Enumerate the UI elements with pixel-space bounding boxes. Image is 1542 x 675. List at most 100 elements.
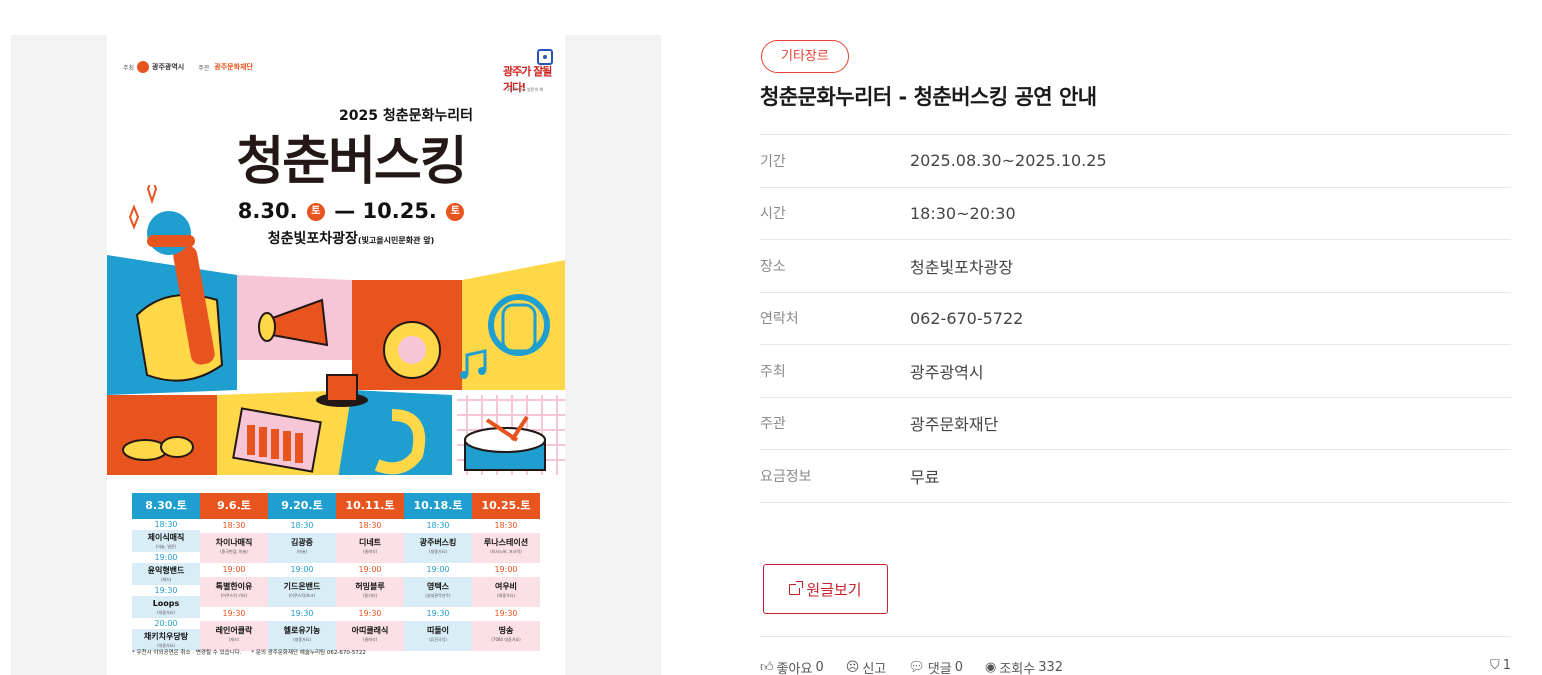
poster-host: 광주광역시 <box>152 63 185 71</box>
gwangju-city-logo-icon <box>137 61 150 73</box>
info-value: 062-670-5722 <box>910 308 1024 328</box>
info-key: 주최 <box>760 363 786 380</box>
schedule-column: 9.20.토 18:30 김광중 (마술) 19:00 기드온밴드 (어쿠스틱/포크) 19:… <box>268 493 336 651</box>
performer-name: 띵송 <box>498 626 514 635</box>
schedule-time: 19:00 <box>472 563 540 577</box>
divider <box>760 636 1511 637</box>
schedule-time: 20:00 <box>132 618 200 629</box>
schedule-performer: 허밍블루 (통기타) <box>336 577 404 607</box>
info-key: 시간 <box>760 206 786 223</box>
performer-name: 윤익형밴드 <box>147 566 185 575</box>
bookmark-count: 1 <box>1502 658 1511 673</box>
schedule-performer: 여우비 (대중가요) <box>472 577 540 607</box>
schedule-time: 18:30 <box>404 519 472 533</box>
views-label: 조회수 <box>999 662 1036 675</box>
schedule-time: 18:30 <box>336 519 404 533</box>
performer-name: 루나스테이션 <box>483 538 529 547</box>
info-key: 기간 <box>760 153 786 170</box>
like-button[interactable]: 👍︎ 좋아요 0 <box>760 658 824 675</box>
poster-footnotes: * 우천시 야외공연은 취소 · 변경될 수 있습니다. * 문의 광주문화재단… <box>132 648 374 656</box>
schedule-performer: Loops (대중가요) <box>132 596 200 618</box>
schedule-time: 19:00 <box>404 563 472 577</box>
view-original-button[interactable]: 원글보기 <box>763 564 888 614</box>
schedule-time: 19:30 <box>472 607 540 621</box>
schedule-date-header: 10.11.토 <box>336 493 404 519</box>
comment-label: 댓글 <box>927 662 952 675</box>
info-key: 연락처 <box>760 311 799 328</box>
views-count: 332 <box>1038 660 1064 675</box>
schedule-performer: 광주버스킹 (대중가요) <box>404 533 472 563</box>
schedule-time: 19:30 <box>268 607 336 621</box>
performer-genre: (재즈) <box>228 637 240 642</box>
schedule-date-header: 8.30.토 <box>132 493 200 519</box>
poster-brand-logo: 광주가 잘될 거다! 2025 광주 방문의 해 <box>503 49 553 95</box>
poster: 주최 광주광역시 주관 광주문화재단 광주가 잘될 거다! 2025 광주 방문… <box>107 35 565 675</box>
schedule-performer: 레인어클락 (재즈) <box>200 621 268 651</box>
poster-day-badge: 토 <box>306 203 325 221</box>
schedule-performer: 제이식매직 (마술, 벌룬) <box>132 530 200 552</box>
poster-footnote-weather: * 우천시 야외공연은 취소 · 변경될 수 있습니다. <box>132 650 242 656</box>
schedule-performer: 영텍스 (실내관악연주) <box>404 577 472 607</box>
performer-genre: (대중가요) <box>497 593 515 598</box>
schedule-performer: 띠돌이 (퓨전국악) <box>404 621 472 651</box>
event-info-table: 기간 2025.08.30~2025.10.25 시간 18:30~20:30 … <box>760 134 1511 503</box>
schedule-time: 18:30 <box>268 519 336 533</box>
info-row-host: 주최 광주광역시 <box>760 345 1511 398</box>
schedule-date-header: 9.6.토 <box>200 493 268 519</box>
info-key: 장소 <box>760 258 786 275</box>
comment-count: 0 <box>954 660 963 675</box>
schedule-performer: 기드온밴드 (어쿠스틱/포크) <box>268 577 336 607</box>
poster-venue-name: 청춘빛포차광장 <box>267 231 358 247</box>
performer-genre: (어쿠스틱/포크) <box>288 593 316 598</box>
view-count: ◉ 조회수 332 <box>985 658 1063 675</box>
schedule-performer: 디네트 (클래식) <box>336 533 404 563</box>
schedule-column: 10.18.토 18:30 광주버스킹 (대중가요) 19:00 영텍스 (실내관악연주) 1… <box>404 493 472 651</box>
schedule-date-header: 10.25.토 <box>472 493 540 519</box>
info-row-organizer: 주관 광주문화재단 <box>760 398 1511 450</box>
performer-name: 차이나매직 <box>215 538 253 547</box>
comment-button[interactable]: 💬︎ 댓글 0 <box>908 658 963 675</box>
performer-genre: (대중가요) <box>157 610 175 615</box>
info-row-contact: 연락처 062-670-5722 <box>760 293 1511 345</box>
schedule-performer: 특별한이유 (어쿠스틱 기타) <box>200 577 268 607</box>
bookmark-button[interactable]: ⛉ 1 <box>1490 658 1511 673</box>
info-value: 광주문화재단 <box>910 415 999 435</box>
info-row-period: 기간 2025.08.30~2025.10.25 <box>760 135 1511 188</box>
performer-genre: (실내관악연주) <box>425 593 451 598</box>
schedule-column: 10.11.토 18:30 디네트 (클래식) 19:00 허밍블루 (통기타) 19:30 아… <box>336 493 404 651</box>
performer-name: 광주버스킹 <box>419 538 457 547</box>
performer-genre: (어쿠스틱 기타) <box>220 593 248 598</box>
schedule-performer: 띵송 (7080 대중가요) <box>472 621 540 651</box>
schedule-time: 18:30 <box>472 519 540 533</box>
poster-day-badge: 토 <box>446 203 465 221</box>
performer-genre: (통기타) <box>362 593 378 598</box>
performer-genre: (대중가요) <box>429 549 447 554</box>
schedule-time: 18:30 <box>200 519 268 533</box>
report-label: 신고 <box>862 662 887 675</box>
performer-name: 기드온밴드 <box>283 582 321 591</box>
info-value: 무료 <box>910 467 940 487</box>
eye-icon: ◉ <box>984 660 997 675</box>
info-value: 18:30~20:30 <box>910 203 1016 223</box>
performer-genre: (중국변검, 마술) <box>220 549 248 554</box>
schedule-date-header: 10.18.토 <box>404 493 472 519</box>
schedule-time: 18:30 <box>132 519 200 530</box>
schedule-column: 9.6.토 18:30 차이나매직 (중국변검, 마술) 19:00 특별한이유 (어쿠스틱… <box>200 493 268 651</box>
info-value: 청춘빛포차광장 <box>910 257 1014 277</box>
post-stats-bar: 👍︎ 좋아요 0 ☹ 신고 💬︎ 댓글 0 ◉ 조회수 332 ⛉ 1 <box>760 658 1511 675</box>
performer-name: 레인어클락 <box>215 626 253 635</box>
schedule-time: 19:30 <box>336 607 404 621</box>
like-count: 0 <box>815 660 824 675</box>
schedule-time: 19:00 <box>268 563 336 577</box>
info-value: 2025.08.30~2025.10.25 <box>910 151 1107 171</box>
performer-genre: (대중가요) <box>293 637 311 642</box>
report-button[interactable]: ☹ 신고 <box>846 658 886 675</box>
performer-genre: (클래식) <box>362 549 378 554</box>
performer-genre: (7080 대중가요) <box>491 637 521 642</box>
event-title: 청춘문화누리터 - 청춘버스킹 공연 안내 <box>760 85 1097 109</box>
performer-name: 특별한이유 <box>215 582 253 591</box>
schedule-performer: 루나스테이션 (보사노바, 포크락) <box>472 533 540 563</box>
poster-date-dash: — <box>334 199 356 223</box>
poster-venue: 청춘빛포차광장(빛고을시민문화관 앞) <box>107 228 565 248</box>
schedule-performer: 김광중 (마술) <box>268 533 336 563</box>
